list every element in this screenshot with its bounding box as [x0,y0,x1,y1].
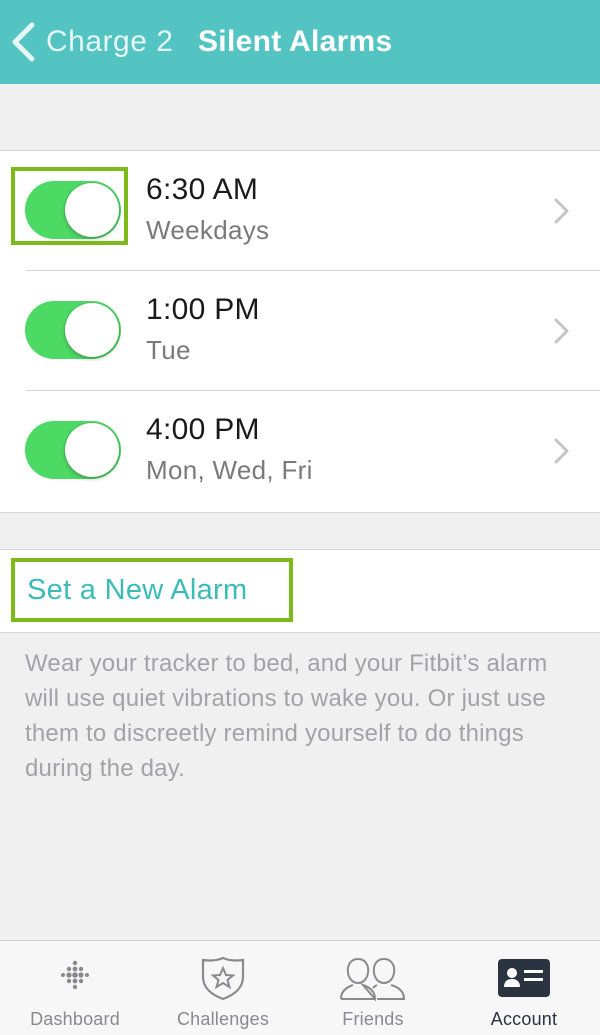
toggle-knob [65,183,119,237]
tab-friends[interactable]: Friends [298,941,448,1035]
alarm-toggle[interactable] [25,301,121,359]
alarm-days: Tue [146,335,191,365]
alarm-time: 4:00 PM [146,413,260,446]
new-alarm-row: Set a New Alarm [0,549,600,633]
back-label: Charge 2 [46,25,174,58]
friends-icon [298,955,448,1001]
alarm-time: 1:00 PM [146,293,260,326]
alarm-days: Weekdays [146,215,270,245]
alarm-row[interactable]: 6:30 AM Weekdays [0,151,600,271]
alarm-row[interactable]: 1:00 PM Tue [0,271,600,391]
info-text: Wear your tracker to bed, and your Fitbi… [25,650,548,782]
tab-dashboard[interactable]: Dashboard [0,941,150,1035]
toggle-knob [65,423,119,477]
alarm-days: Mon, Wed, Fri [146,455,313,485]
page-title: Silent Alarms [198,25,393,58]
nav-header: Charge 2 Silent Alarms [0,0,600,84]
tab-label: Dashboard [30,1009,120,1029]
alarm-toggle[interactable] [25,181,121,239]
alarm-list: 6:30 AM Weekdays 1:00 PM Tue 4:00 PM Mon… [0,150,600,513]
chevron-right-icon [553,197,571,230]
set-new-alarm-button[interactable]: Set a New Alarm [11,558,293,622]
chevron-right-icon [553,437,571,470]
alarm-toggle[interactable] [25,421,121,479]
account-card-icon [449,955,599,1001]
alarm-row[interactable]: 4:00 PM Mon, Wed, Fri [0,391,600,511]
star-badge-icon [148,955,298,1001]
tab-label: Friends [342,1009,404,1029]
fitbit-dots-icon [0,955,150,1001]
tab-challenges[interactable]: Challenges [148,941,298,1035]
chevron-left-icon [10,22,36,62]
tab-label: Challenges [176,1009,270,1029]
tab-bar: Dashboard Challenges Friends Account [0,940,600,1035]
toggle-knob [65,303,119,357]
chevron-right-icon [553,317,571,350]
alarm-time: 6:30 AM [146,173,259,206]
tab-label: Account [490,1009,558,1029]
back-button[interactable]: Charge 2 [10,20,173,64]
tab-account[interactable]: Account [449,941,599,1035]
set-new-alarm-label: Set a New Alarm [27,574,248,606]
